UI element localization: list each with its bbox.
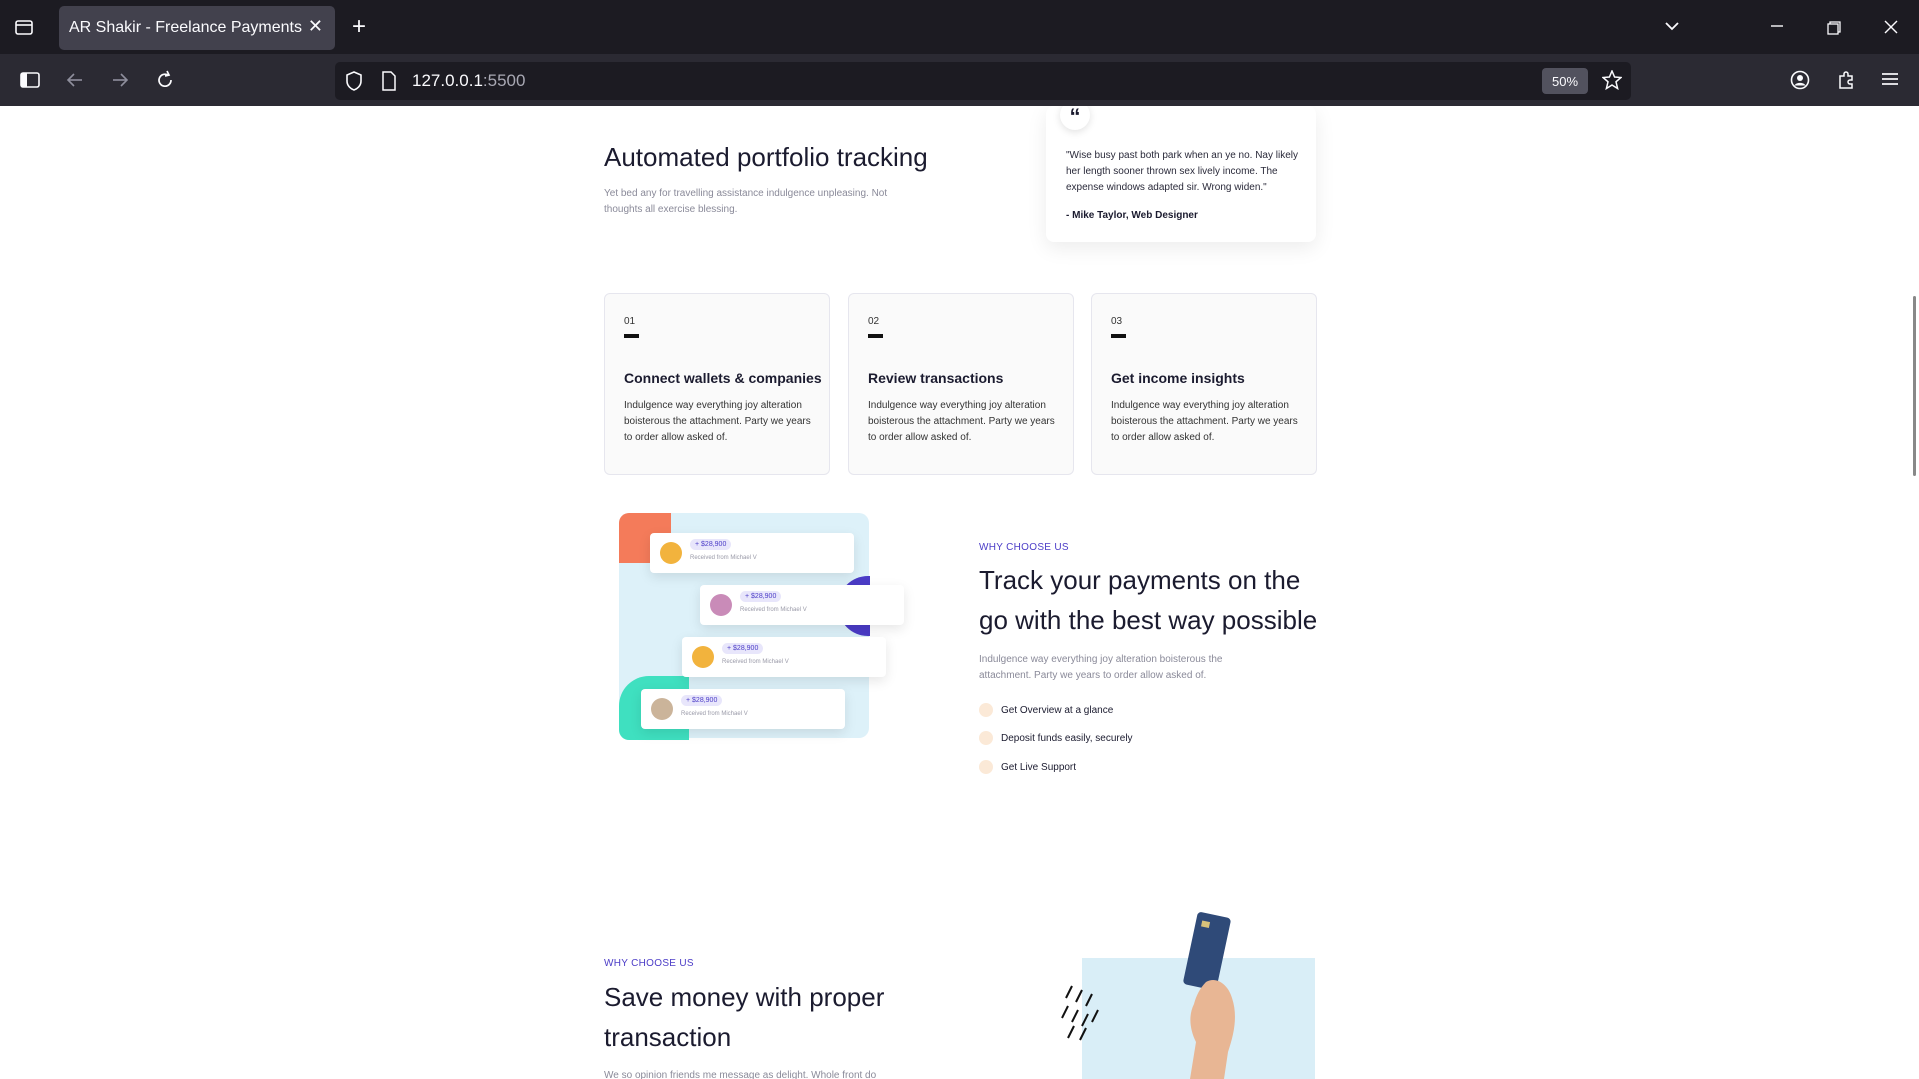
sidebar-toggle-icon[interactable]: [20, 70, 40, 94]
minimize-icon[interactable]: [1770, 17, 1784, 37]
payment-card: + $28,900 Received from Michael V: [682, 637, 886, 677]
credit-card-hand-icon: [1183, 912, 1235, 1079]
save-subtitle: We so opinion friends me message as deli…: [604, 1070, 877, 1079]
avatar: [710, 594, 732, 616]
avatar: [651, 698, 673, 720]
payment-amount: + $28,900: [690, 539, 732, 550]
payment-from: Received from Michael V: [740, 607, 807, 613]
avatar: [692, 646, 714, 668]
save-title-line2: transaction: [604, 1022, 732, 1052]
new-tab-icon[interactable]: +: [352, 15, 366, 39]
payment-card: + $28,900 Received from Michael V: [700, 585, 904, 625]
track-title-line2: go with the best way possible: [979, 605, 1318, 635]
track-eyebrow: WHY CHOOSE US: [979, 542, 1069, 553]
payment-from: Received from Michael V: [690, 555, 757, 561]
url-bar[interactable]: [335, 62, 1631, 100]
feature-item: Get Overview at a glance: [979, 703, 1113, 717]
save-title-line1: Save money with proper: [604, 982, 885, 1012]
payment-card: + $28,900 Received from Michael V: [650, 533, 854, 573]
dash-decoration-icon: [1061, 985, 1099, 1041]
payment-amount: + $28,900: [681, 695, 723, 706]
extensions-icon[interactable]: [1836, 70, 1856, 94]
forward-icon[interactable]: [110, 70, 130, 94]
zoom-indicator[interactable]: 50%: [1542, 68, 1588, 94]
bookmark-star-icon[interactable]: [1601, 69, 1623, 94]
save-eyebrow: WHY CHOOSE US: [604, 958, 694, 969]
active-tab[interactable]: AR Shakir - Freelance Payments ✕: [59, 6, 335, 50]
payment-card: + $28,900 Received from Michael V: [641, 689, 845, 729]
reload-icon[interactable]: [155, 70, 175, 94]
page-icon: [381, 71, 397, 95]
track-subtitle: Indulgence way everything joy alteration…: [979, 654, 1223, 681]
account-icon[interactable]: [1790, 70, 1810, 94]
page-scrollbar[interactable]: [1913, 296, 1916, 476]
shield-icon[interactable]: [345, 71, 363, 95]
bullet-icon: [979, 703, 993, 717]
avatar: [660, 542, 682, 564]
payment-amount: + $28,900: [740, 591, 782, 602]
bullet-icon: [979, 760, 993, 774]
tab-title: AR Shakir - Freelance Payments: [69, 19, 302, 36]
back-icon[interactable]: [65, 70, 85, 94]
restore-icon[interactable]: [1827, 19, 1841, 39]
tab-close-icon[interactable]: ✕: [308, 16, 323, 37]
page-content: Automated portfolio tracking Yet bed any…: [0, 106, 1919, 1079]
payment-from: Received from Michael V: [722, 659, 789, 665]
menu-icon[interactable]: [1881, 70, 1899, 92]
tab-list-icon[interactable]: [14, 17, 34, 41]
track-title-line1: Track your payments on the: [979, 565, 1301, 595]
tab-overflow-chevron-icon[interactable]: [1664, 18, 1680, 38]
url-text[interactable]: 127.0.0.1:5500: [412, 71, 525, 91]
payment-from: Received from Michael V: [681, 711, 748, 717]
feature-item: Deposit funds easily, securely: [979, 731, 1133, 745]
feature-item: Get Live Support: [979, 760, 1076, 774]
payment-amount: + $28,900: [722, 643, 764, 654]
payments-illustration: + $28,900 Received from Michael V + $28,…: [0, 106, 1919, 1079]
close-window-icon[interactable]: [1884, 18, 1898, 38]
bullet-icon: [979, 731, 993, 745]
